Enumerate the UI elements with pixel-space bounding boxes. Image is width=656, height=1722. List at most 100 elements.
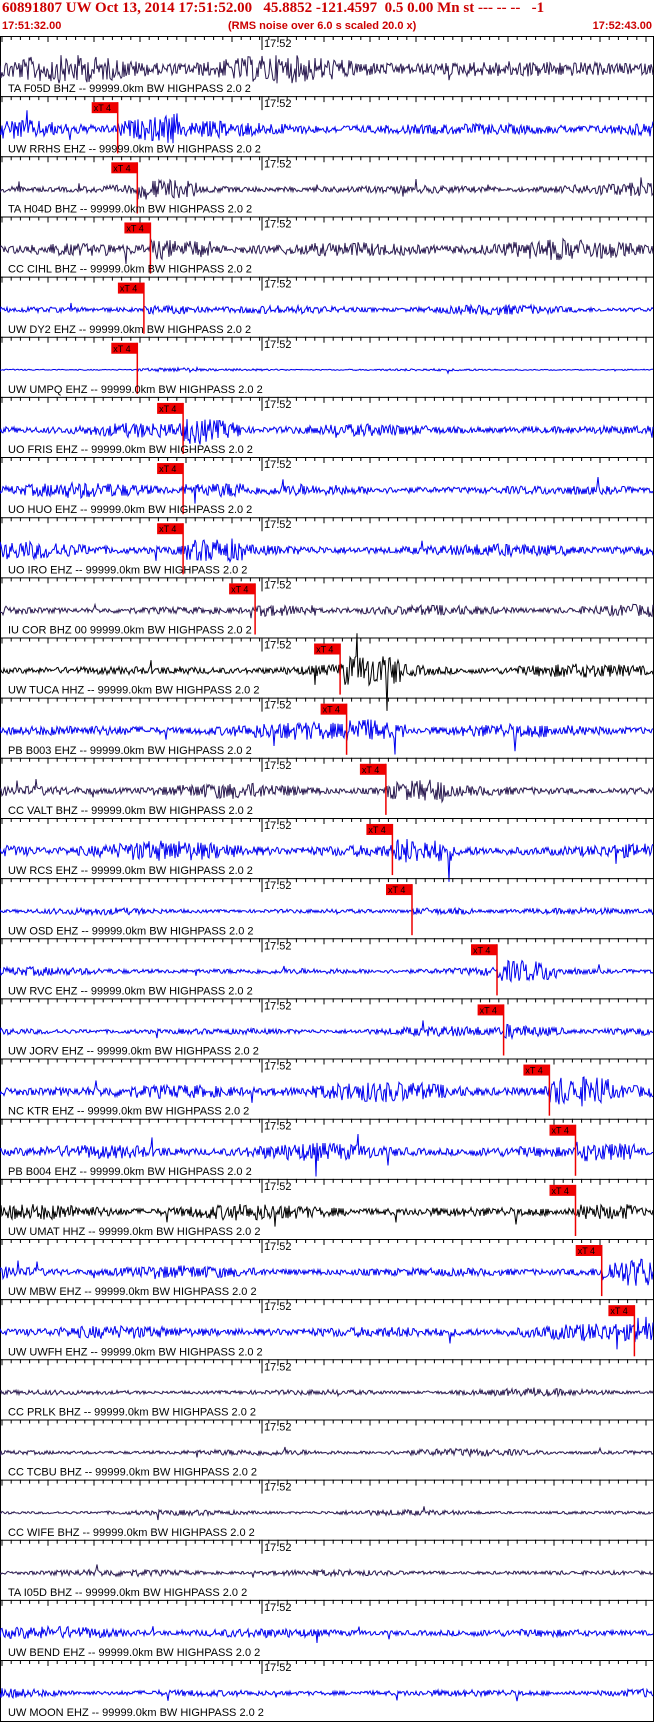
waveform (0, 538, 654, 563)
pick-label: xT 4 (113, 163, 130, 173)
station-label: CC PRLK BHZ -- 99999.0km BW HIGHPASS 2.0… (8, 1407, 256, 1419)
minute-label: 17:52 (264, 640, 292, 652)
trace-row: 17:52 xT 4 PB B003 EHZ -- 99999.0km BW HIG… (0, 697, 654, 757)
waveform (0, 237, 654, 264)
pick-label: xT 4 (473, 945, 490, 955)
minute-label: 17:52 (264, 1542, 292, 1554)
waveform (0, 906, 654, 917)
station-label: UO HUO EHZ -- 99999.0km BW HIGHPASS 2.0 … (8, 504, 252, 516)
station-label: TA I05D BHZ -- 99999.0km BW HIGHPASS 2.0… (8, 1587, 247, 1599)
minute-label: 17:52 (264, 519, 292, 531)
minute-label: 17:52 (264, 98, 292, 110)
pick-label: xT 4 (552, 1126, 569, 1136)
minute-label: 17:52 (264, 1662, 292, 1674)
waveform (0, 1687, 654, 1702)
waveform (0, 1203, 654, 1227)
minute-label: 17:52 (264, 38, 292, 50)
pick-label: xT 4 (316, 645, 333, 655)
minute-label: 17:52 (264, 1000, 292, 1012)
station-label: CC VALT BHZ -- 99999.0km BW HIGHPASS 2.0… (8, 805, 253, 817)
trace-row: 17:52 xT 4 IU COR BHZ 00 99999.0km BW HIGH… (0, 577, 654, 637)
station-label: CC CIHL BHZ -- 99999.0km BW HIGHPASS 2.0… (8, 264, 252, 276)
waveform (0, 366, 653, 375)
station-label: UW MOON EHZ -- 99999.0km BW HIGHPASS 2.0… (8, 1707, 264, 1719)
station-label: NC KTR EHZ -- 99999.0km BW HIGHPASS 2.0 … (8, 1106, 249, 1118)
station-label: UW JORV EHZ -- 99999.0km BW HIGHPASS 2.0… (8, 1046, 259, 1058)
pick-label: xT 4 (113, 344, 130, 354)
waveform (0, 302, 654, 316)
minute-label: 17:52 (264, 218, 292, 230)
station-label: UW RCS EHZ -- 99999.0km BW HIGHPASS 2.0 … (8, 865, 253, 877)
trace-row: 17:52 xT 4 TA H04D BHZ -- 99999.0km BW HIG… (0, 156, 654, 215)
waveform (0, 1624, 654, 1644)
trace-row: 17:52 xT 4 NC KTR EHZ -- 99999.0km BW HIGH… (0, 1058, 654, 1118)
trace-row: 17:52 xT 4 UO FRIS EHZ -- 99999.0km BW HIG… (0, 396, 654, 456)
trace-row: 17:52 xT 4 UW UMAT HHZ -- 99999.0km BW HIG… (0, 1178, 654, 1238)
minute-label: 17:52 (264, 880, 292, 892)
trace-row: 17:52 CC PRLK BHZ -- 99999.0km BW HIGHPAS… (0, 1359, 654, 1419)
minute-label: 17:52 (264, 700, 292, 712)
minute-label: 17:52 (264, 1241, 292, 1253)
station-label: UW BEND EHZ -- 99999.0km BW HIGHPASS 2.0… (8, 1647, 260, 1659)
waveform (0, 602, 654, 619)
waveform (0, 419, 654, 445)
station-label: CC WIFE BHZ -- 99999.0km BW HIGHPASS 2.0… (8, 1527, 255, 1539)
waveform (0, 55, 654, 84)
pick-label: xT 4 (231, 584, 248, 594)
waveform (0, 1387, 654, 1398)
minute-label: 17:52 (264, 279, 292, 291)
pick-label: xT 4 (94, 103, 111, 113)
trace-row: 17:52 CC WIFE BHZ -- 99999.0km BW HIGHPAS… (0, 1479, 654, 1539)
minute-label: 17:52 (264, 760, 292, 772)
minute-label: 17:52 (264, 820, 292, 832)
pick-label: xT 4 (159, 404, 176, 414)
pick-label: xT 4 (480, 1005, 497, 1015)
waveform (0, 110, 654, 144)
minute-label: 17:52 (264, 579, 292, 591)
trace-row: 17:52 xT 4 CC CIHL BHZ -- 99999.0km BW HIG… (0, 216, 654, 276)
end-time: 17:52:43.00 (592, 20, 652, 32)
trace-row: 17:52 xT 4 UW TUCA HHZ -- 99999.0km BW HIG… (0, 633, 654, 711)
minute-label: 17:52 (264, 1121, 292, 1133)
station-label: IU COR BHZ 00 99999.0km BW HIGHPASS 2.0 … (8, 625, 252, 637)
minute-label: 17:52 (264, 1602, 292, 1614)
trace-row: 17:52 xT 4 UO IRO EHZ -- 99999.0km BW HIGH… (0, 517, 654, 576)
station-label: UW OSD EHZ -- 99999.0km BW HIGHPASS 2.0 … (8, 925, 254, 937)
waveform (0, 177, 654, 200)
waveform (0, 778, 654, 804)
pick-label: xT 4 (525, 1066, 542, 1076)
minute-label: 17:52 (264, 1181, 292, 1193)
pick-label: xT 4 (159, 464, 176, 474)
trace-row: 17:52 xT 4 CC VALT BHZ -- 99999.0km BW HIG… (0, 757, 654, 817)
waveform (0, 959, 654, 983)
trace-row: 17:52 xT 4 UW RCS EHZ -- 99999.0km BW HIGH… (0, 817, 654, 882)
minute-label: 17:52 (264, 1301, 292, 1313)
station-label: UW RVC EHZ -- 99999.0km BW HIGHPASS 2.0 … (8, 985, 253, 997)
station-label: UW TUCA HHZ -- 99999.0km BW HIGHPASS 2.0… (8, 685, 259, 697)
station-label: PB B003 EHZ -- 99999.0km BW HIGHPASS 2.0… (8, 745, 252, 757)
station-label: UW UMPQ EHZ -- 99999.0km BW HIGHPASS 2.0… (8, 384, 263, 396)
minute-label: 17:52 (264, 1061, 292, 1073)
station-label: UW MBW EHZ -- 99999.0km BW HIGHPASS 2.0 … (8, 1286, 257, 1298)
trace-row: 17:52 xT 4 UO HUO EHZ -- 99999.0km BW HIGH… (0, 457, 654, 516)
waveform (0, 1564, 654, 1578)
trace-row: 17:52 xT 4 UW JORV EHZ -- 99999.0km BW HIG… (0, 998, 654, 1058)
station-label: UO FRIS EHZ -- 99999.0km BW HIGHPASS 2.0… (8, 444, 253, 456)
minute-label: 17:52 (264, 158, 292, 170)
waveform (0, 1446, 654, 1458)
start-time: 17:51:32.00 (2, 20, 61, 32)
trace-row: 17:52 xT 4 UW MBW EHZ -- 99999.0km BW HIGH… (0, 1239, 654, 1298)
pick-label: xT 4 (159, 524, 176, 534)
pick-label: xT 4 (120, 284, 137, 294)
waveform (0, 476, 654, 504)
plot-header: 60891807 UW Oct 13, 2014 17:51:52.00 45.… (0, 0, 656, 36)
station-label: PB B004 EHZ -- 99999.0km BW HIGHPASS 2.0… (8, 1166, 252, 1178)
station-label: TA H04D BHZ -- 99999.0km BW HIGHPASS 2.0… (8, 203, 252, 215)
trace-row: 17:52 TA F05D BHZ -- 99999.0km BW HIGHPAS… (0, 36, 654, 95)
pick-label: xT 4 (126, 223, 143, 233)
waveform (0, 1506, 654, 1521)
station-label: UW RRHS EHZ -- 99999.0km BW HIGHPASS 2.0… (8, 143, 261, 155)
pick-label: xT 4 (362, 765, 379, 775)
pick-label: xT 4 (368, 825, 385, 835)
station-label: TA F05D BHZ -- 99999.0km BW HIGHPASS 2.0… (8, 83, 251, 95)
